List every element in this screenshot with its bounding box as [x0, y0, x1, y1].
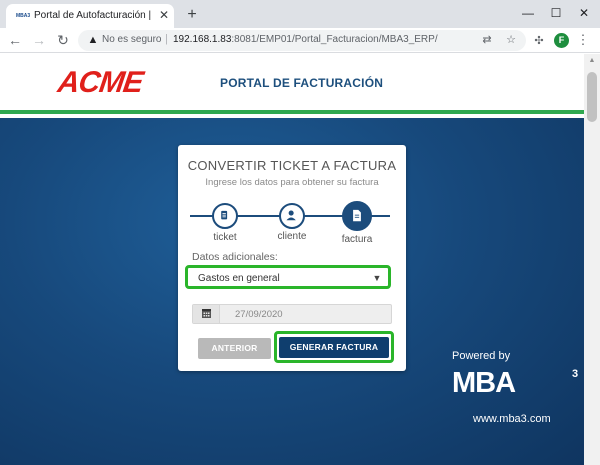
- cfdi-use-select[interactable]: Gastos en general ▼: [185, 265, 391, 289]
- step-label-factura: factura: [341, 234, 373, 245]
- ticket-icon: [221, 210, 228, 220]
- svg-text:3: 3: [572, 368, 578, 380]
- step-factura[interactable]: [342, 201, 372, 231]
- browser-tabstrip: MBA3 Portal de Autofacturación | MBA3 ✕ …: [0, 0, 600, 28]
- generate-invoice-button[interactable]: GENERAR FACTURA: [279, 337, 389, 358]
- tab-favicon-icon: MBA3: [16, 13, 31, 19]
- user-icon: [286, 210, 296, 221]
- new-tab-button[interactable]: +: [182, 5, 202, 25]
- url-path: :8081/EMP01/Portal_Facturacion/MBA3_ERP/: [231, 34, 438, 45]
- card-title: CONVERTIR TICKET A FACTURA: [187, 158, 397, 173]
- menu-icon[interactable]: ⋮: [576, 32, 590, 48]
- step-ticket[interactable]: [212, 203, 238, 229]
- scroll-up-icon[interactable]: ▲: [588, 57, 596, 65]
- page-title: PORTAL DE FACTURACIÓN: [220, 76, 384, 90]
- browser-toolbar: ← → ↻ ▲ No es seguro | 192.168.1.83:8081…: [0, 28, 600, 53]
- select-value: Gastos en general: [198, 273, 280, 284]
- date-field[interactable]: 27/09/2020: [192, 304, 392, 324]
- star-icon[interactable]: ☆: [504, 33, 518, 47]
- url-host: 192.168.1.83: [173, 34, 232, 45]
- scroll-thumb[interactable]: [587, 72, 597, 122]
- address-bar[interactable]: ▲ No es seguro | 192.168.1.83:8081/EMP01…: [78, 30, 526, 51]
- url-text[interactable]: 192.168.1.83:8081/EMP01/Portal_Facturaci…: [173, 34, 438, 45]
- step-label-cliente: cliente: [277, 231, 307, 242]
- step-label-ticket: ticket: [213, 232, 237, 243]
- translate-icon[interactable]: ⇄: [480, 33, 494, 47]
- step-cliente[interactable]: [279, 203, 305, 229]
- calendar-icon: [202, 309, 211, 318]
- mba3-website-link[interactable]: www.mba3.com: [473, 413, 551, 425]
- card-subtitle: Ingrese los datos para obtener su factur…: [205, 177, 379, 188]
- minimize-icon[interactable]: —: [514, 2, 542, 24]
- warning-icon[interactable]: ▲: [86, 33, 100, 47]
- back-icon[interactable]: ←: [6, 31, 24, 49]
- forward-icon[interactable]: →: [30, 31, 48, 49]
- maximize-icon[interactable]: ☐: [542, 2, 570, 24]
- mba3-logo: MBA 3: [452, 367, 578, 395]
- invoice-card: CONVERTIR TICKET A FACTURA Ingrese los d…: [178, 145, 406, 371]
- url-separator: |: [165, 33, 168, 45]
- date-value: 27/09/2020: [235, 309, 283, 320]
- security-label[interactable]: No es seguro: [102, 34, 161, 45]
- powered-by-label: Powered by: [452, 350, 511, 362]
- browser-tab[interactable]: MBA3 Portal de Autofacturación | MBA3 ✕: [6, 4, 174, 28]
- document-icon: [353, 209, 361, 222]
- reload-icon[interactable]: ↻: [54, 31, 72, 49]
- page-header: ACME PORTAL DE FACTURACIÓN: [0, 54, 584, 114]
- svg-text:MBA: MBA: [452, 367, 516, 395]
- acme-logo: ACME: [55, 66, 145, 99]
- date-addon: [193, 305, 220, 323]
- scrollbar[interactable]: ▲: [584, 54, 600, 465]
- extensions-icon[interactable]: ✣: [532, 34, 546, 48]
- tab-title: Portal de Autofacturación | MBA3: [34, 10, 152, 21]
- profile-avatar[interactable]: F: [554, 33, 569, 48]
- additional-data-label: Datos adicionales:: [192, 251, 278, 263]
- tab-close-icon[interactable]: ✕: [156, 7, 172, 23]
- close-icon[interactable]: ✕: [570, 2, 598, 24]
- chevron-down-icon: ▼: [372, 273, 382, 283]
- previous-button[interactable]: ANTERIOR: [198, 338, 271, 359]
